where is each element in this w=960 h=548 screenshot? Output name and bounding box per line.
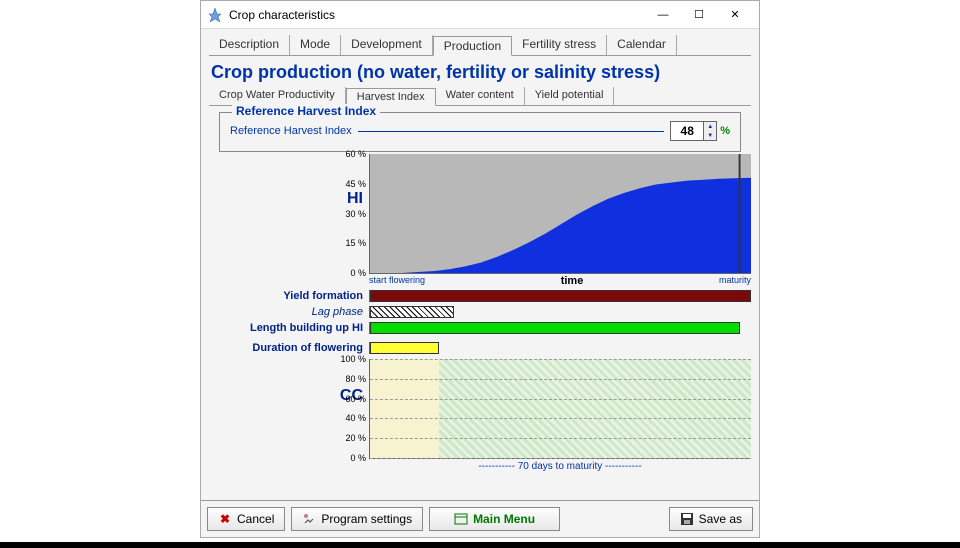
cc-tick: 0 % (340, 453, 366, 463)
hi-chart: HI 60 %45 %30 %15 %0 % (209, 154, 751, 274)
hi-x-end: maturity (719, 275, 751, 287)
cc-zone-right (439, 359, 751, 458)
cc-tick: 20 % (340, 433, 366, 443)
save-as-button[interactable]: Save as (669, 507, 753, 531)
cc-zone-left (370, 359, 439, 458)
minimize-button[interactable]: — (645, 3, 681, 27)
window-title: Crop characteristics (229, 8, 645, 22)
tab-development[interactable]: Development (341, 35, 433, 55)
main-menu-button[interactable]: Main Menu (429, 507, 560, 531)
main-menu-icon (454, 512, 468, 526)
hi-tick: 0 % (342, 268, 366, 278)
label-lag-phase: Lag phase (209, 306, 369, 318)
label-yield-formation: Yield formation (209, 290, 369, 302)
reference-hi-unit: % (720, 125, 730, 137)
settings-icon (302, 512, 316, 526)
cc-tick: 60 % (340, 394, 366, 404)
bar-flowering (370, 342, 439, 354)
cc-gridline (370, 379, 751, 380)
cc-chart: CC 100 %80 %60 %40 %20 %0 % (209, 359, 751, 459)
spinner-down-icon[interactable]: ▼ (704, 131, 716, 140)
reference-hi-spinner[interactable]: ▲ ▼ (670, 121, 717, 141)
tab-mode[interactable]: Mode (290, 35, 341, 55)
subtab-crop-water-productivity[interactable]: Crop Water Productivity (209, 87, 346, 105)
cc-gridline (370, 418, 751, 419)
hi-tick: 60 % (342, 149, 366, 159)
titlebar: Crop characteristics — ☐ ✕ (201, 1, 759, 29)
cc-tick: 40 % (340, 413, 366, 423)
tab-calendar[interactable]: Calendar (607, 35, 677, 55)
cc-gridline (370, 458, 751, 459)
spinner-up-icon[interactable]: ▲ (704, 122, 716, 131)
hi-x-center: time (561, 275, 584, 287)
close-button[interactable]: ✕ (717, 3, 753, 27)
reference-hi-input[interactable] (671, 122, 703, 140)
crop-characteristics-window: Crop characteristics — ☐ ✕ DescriptionMo… (200, 0, 760, 538)
hi-tick: 45 % (342, 179, 366, 189)
cc-plot-area: 100 %80 %60 %40 %20 %0 % (369, 359, 751, 459)
bottom-border (0, 542, 960, 548)
top-tabs: DescriptionModeDevelopmentProductionFert… (209, 35, 751, 56)
row-flowering: Duration of flowering (209, 341, 751, 355)
tab-production[interactable]: Production (433, 36, 512, 56)
app-icon (207, 7, 223, 23)
tab-fertility-stress[interactable]: Fertility stress (512, 35, 607, 55)
page-title: Crop production (no water, fertility or … (211, 62, 749, 83)
maximize-button[interactable]: ☐ (681, 3, 717, 27)
reference-hi-label: Reference Harvest Index (230, 125, 352, 137)
row-yield-formation: Yield formation (209, 289, 751, 303)
footer: ✖ Cancel Program settings Main Menu Save… (201, 500, 759, 537)
hi-plot-area: 60 %45 %30 %15 %0 % (369, 154, 751, 274)
program-settings-button[interactable]: Program settings (291, 507, 423, 531)
hi-tick: 30 % (342, 209, 366, 219)
cancel-button[interactable]: ✖ Cancel (207, 507, 285, 531)
cancel-icon: ✖ (218, 512, 232, 526)
hi-x-start: start flowering (369, 275, 425, 287)
cc-note: 70 days to maturity (518, 461, 602, 472)
row-building-up: Length building up HI (209, 321, 751, 335)
tab-description[interactable]: Description (209, 35, 290, 55)
hi-tick: 15 % (342, 238, 366, 248)
cc-tick: 80 % (340, 374, 366, 384)
subtab-water-content[interactable]: Water content (436, 87, 525, 105)
cc-gridline (370, 438, 751, 439)
reference-hi-group: Reference Harvest Index Reference Harves… (219, 112, 741, 152)
cc-tick: 100 % (340, 354, 366, 364)
subtab-yield-potential[interactable]: Yield potential (525, 87, 615, 105)
bar-yield-formation (370, 290, 751, 302)
reference-hi-line (358, 131, 665, 132)
label-building-up: Length building up HI (209, 322, 369, 334)
bar-lag-phase (370, 306, 454, 318)
reference-hi-legend: Reference Harvest Index (232, 104, 380, 118)
bar-building-up (370, 322, 740, 334)
cc-gridline (370, 359, 751, 360)
label-flowering: Duration of flowering (209, 342, 369, 354)
cc-gridline (370, 399, 751, 400)
save-icon (680, 512, 694, 526)
row-lag-phase: Lag phase (209, 305, 751, 319)
client-area: DescriptionModeDevelopmentProductionFert… (201, 29, 759, 500)
